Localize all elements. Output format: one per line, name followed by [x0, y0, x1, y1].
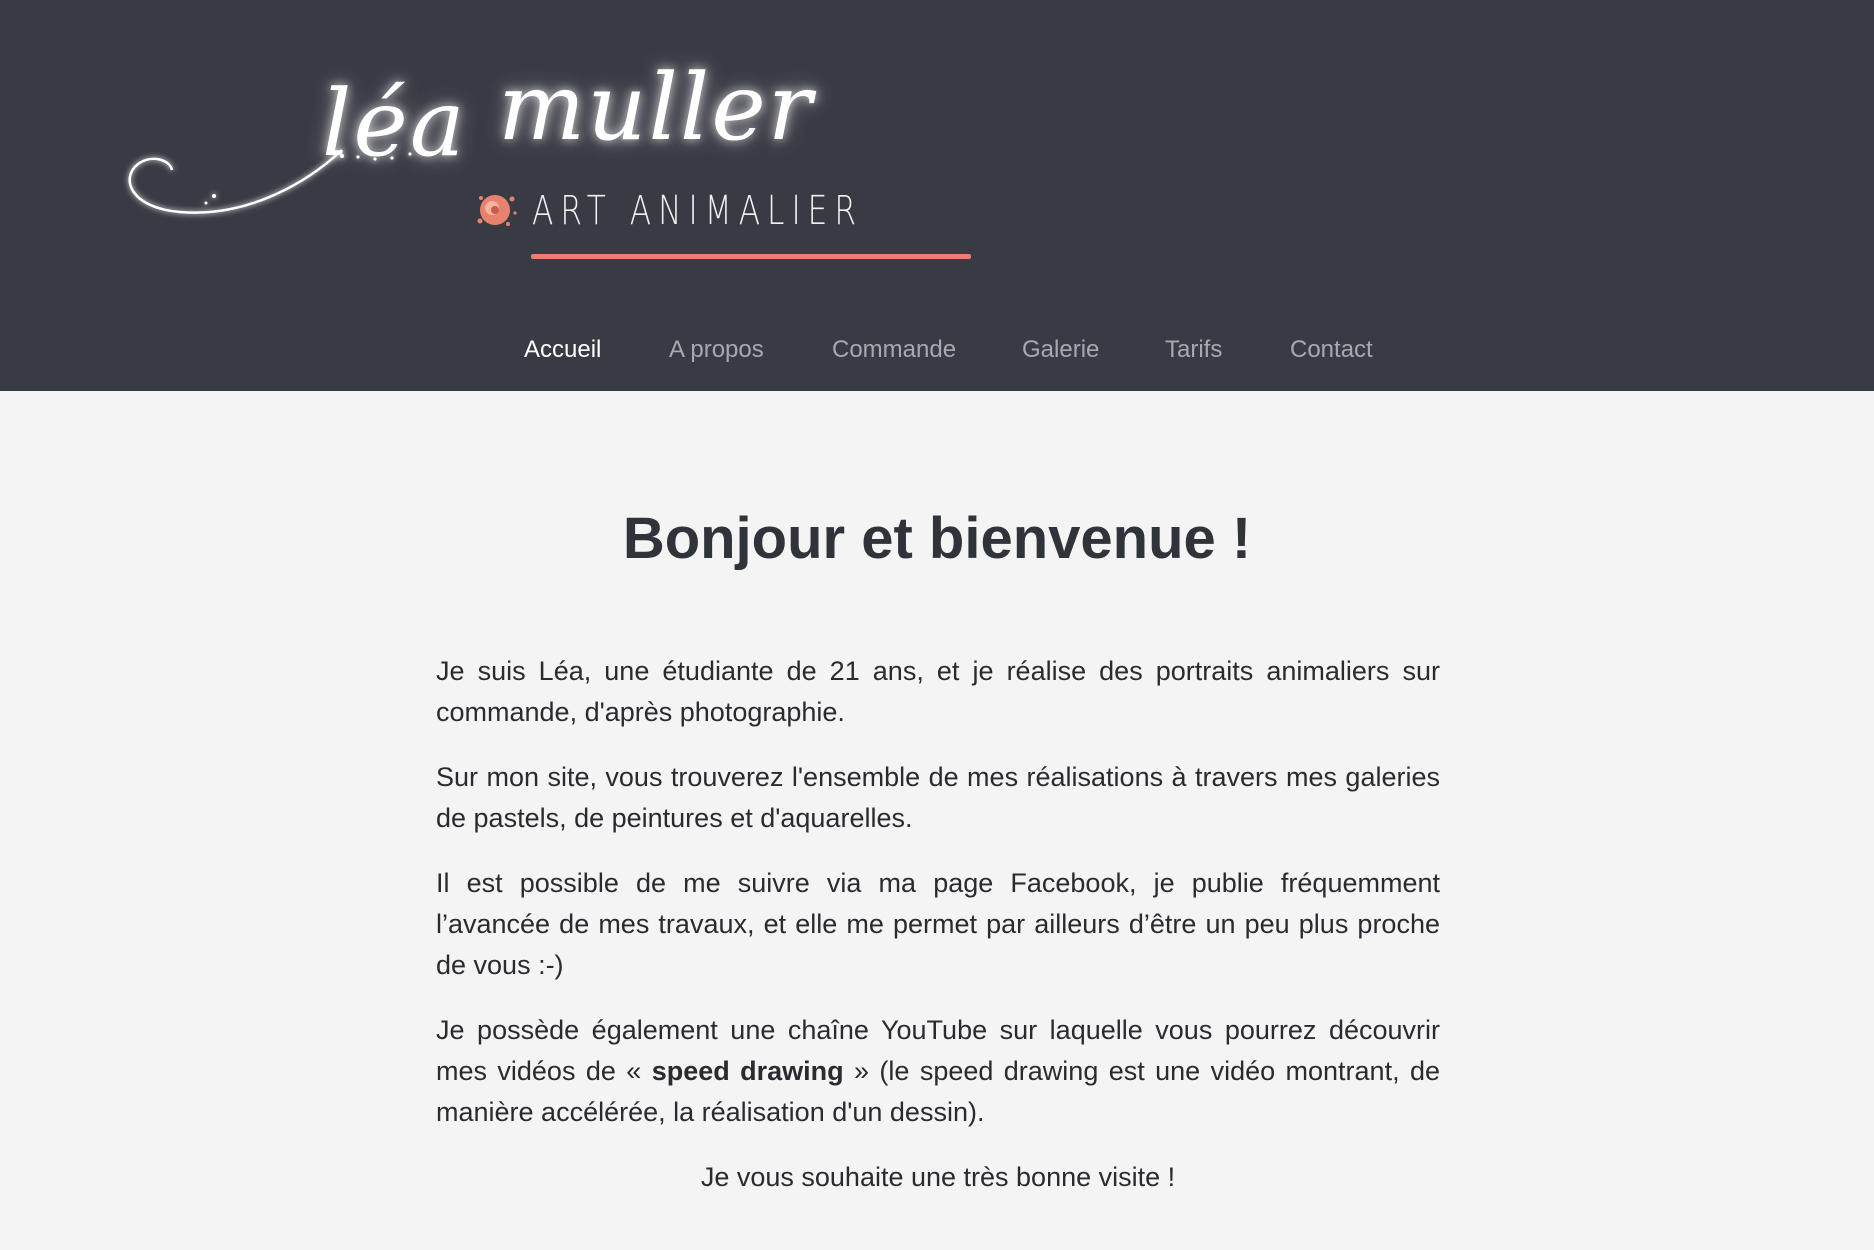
logo-last-name: muller — [498, 54, 814, 161]
closing-paragraph: Je vous souhaite une très bonne visite ! — [700, 1162, 1176, 1192]
nav-item-accueil[interactable]: Accueil — [524, 330, 601, 370]
site-logo[interactable]: léa muller ART ANIMALIER — [110, 60, 1010, 280]
main-nav: Accueil A propos Commande Galerie Tarifs… — [0, 330, 1874, 370]
youtube-paragraph: Je possède également une chaîne YouTube … — [436, 1010, 1440, 1133]
paint-splash-icon — [477, 195, 517, 226]
nav-item-a-propos[interactable]: A propos — [669, 330, 764, 370]
nav-item-contact[interactable]: Contact — [1290, 330, 1373, 370]
galleries-paragraph: Sur mon site, vous trouverez l'ensemble … — [436, 762, 1440, 833]
logo-subtitle: ART ANIMALIER — [532, 188, 864, 234]
welcome-text: Je suis Léa, une étudiante de 21 ans, et… — [436, 651, 1440, 1222]
intro-paragraph: Je suis Léa, une étudiante de 21 ans, et… — [436, 656, 1440, 727]
speed-drawing-emphasis: speed drawing — [651, 1056, 844, 1086]
main-content: Bonjour et bienvenue ! Je suis Léa, une … — [0, 391, 1874, 1250]
page-title: Bonjour et bienvenue ! — [622, 506, 1252, 571]
nav-item-galerie[interactable]: Galerie — [1022, 330, 1099, 370]
logo-first-name: léa — [322, 70, 467, 177]
swirl-flourish — [128, 149, 343, 214]
nav-item-commande[interactable]: Commande — [832, 330, 956, 370]
page: léa muller ART ANIMALIER Accueil A propo… — [0, 0, 1874, 1250]
site-header: léa muller ART ANIMALIER Accueil A propo… — [0, 0, 1874, 391]
facebook-paragraph: Il est possible de me suivre via ma page… — [436, 868, 1440, 980]
nav-item-tarifs[interactable]: Tarifs — [1165, 330, 1222, 370]
logo-underline — [531, 254, 971, 259]
